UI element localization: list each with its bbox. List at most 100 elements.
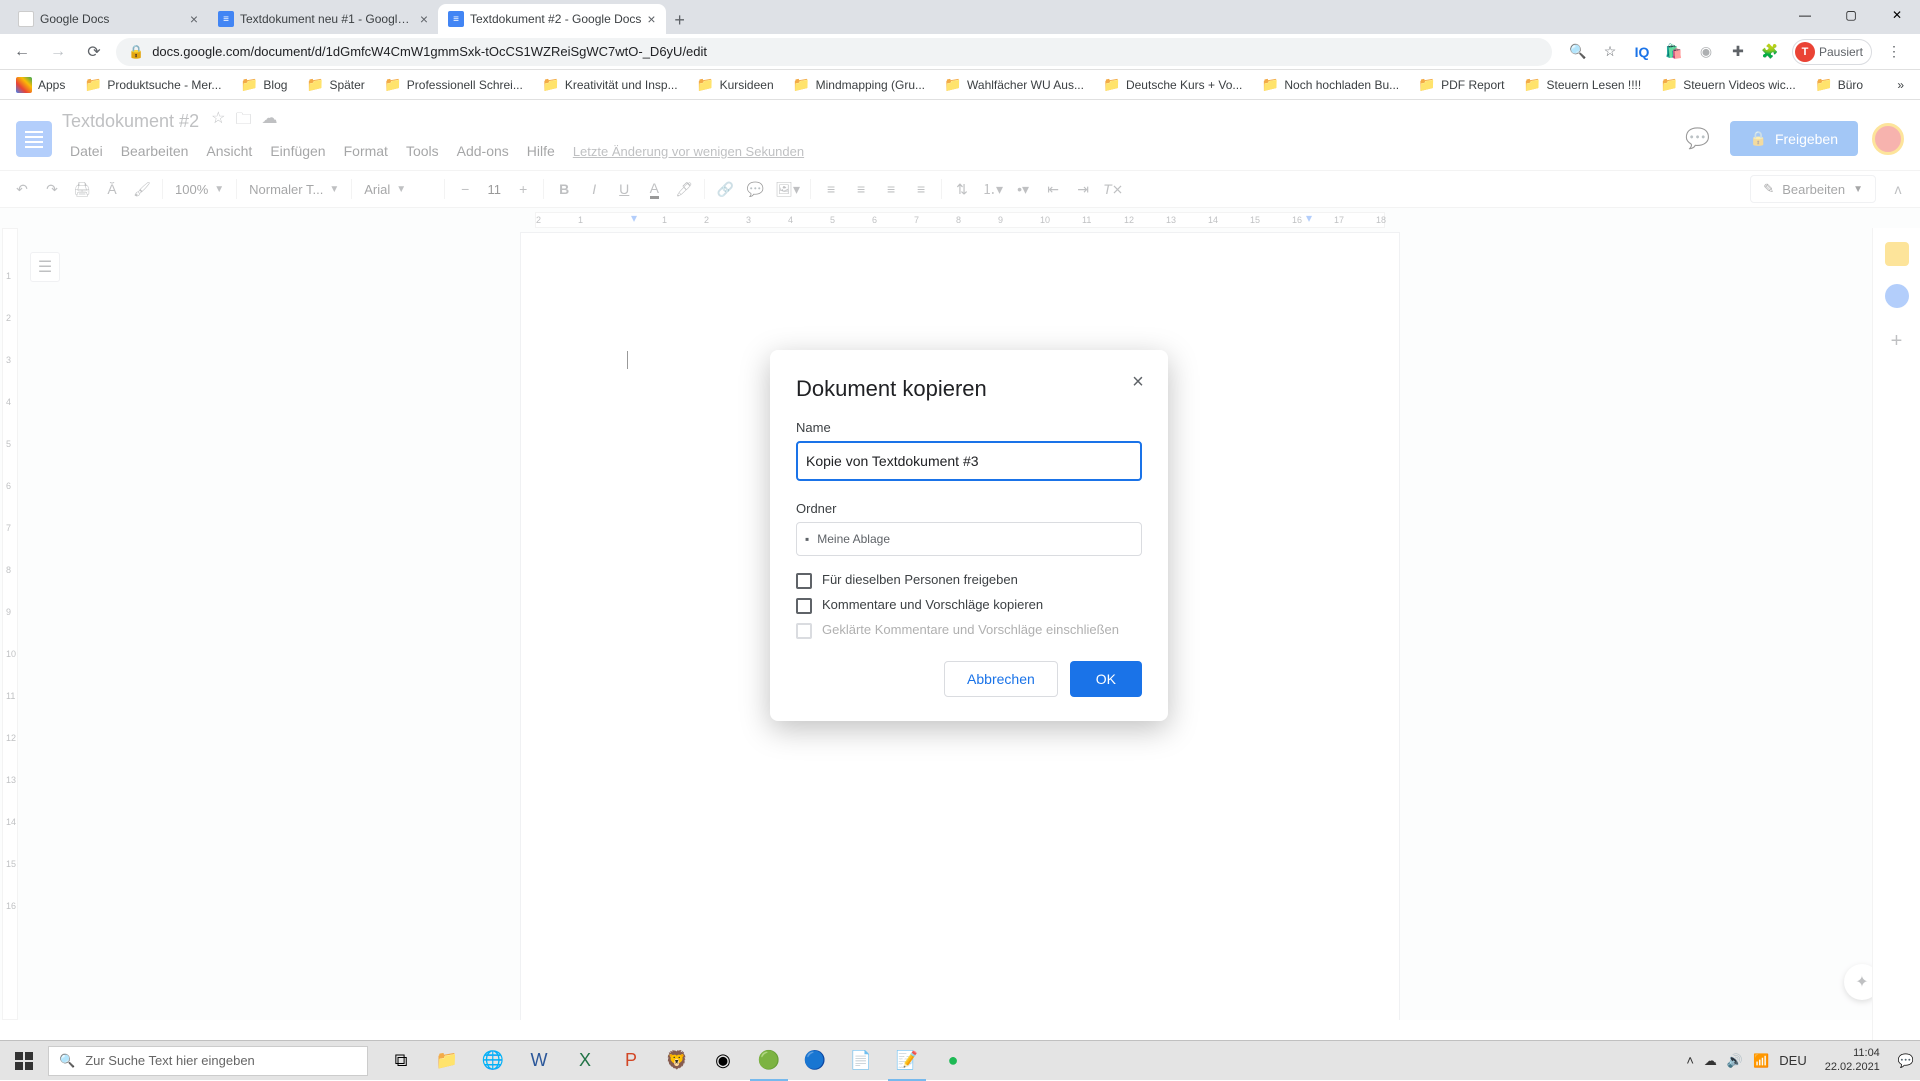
extension-icon[interactable]: 🛍️: [1664, 42, 1684, 62]
bookmark-item[interactable]: 📁Mindmapping (Gru...: [786, 73, 933, 97]
windows-logo-icon: [15, 1052, 33, 1070]
address-bar: ← → ⟳ 🔒 docs.google.com/document/d/1dGmf…: [0, 34, 1920, 70]
bookmark-item[interactable]: 📁Professionell Schrei...: [377, 73, 531, 97]
start-button[interactable]: [0, 1041, 48, 1081]
windows-taskbar: 🔍 Zur Suche Text hier eingeben ⧉ 📁 🌐 W X…: [0, 1040, 1920, 1080]
bookmark-item[interactable]: 📁PDF Report: [1411, 73, 1512, 97]
folder-icon: 📁: [1661, 77, 1677, 93]
taskbar-search[interactable]: 🔍 Zur Suche Text hier eingeben: [48, 1046, 368, 1076]
bookmark-item[interactable]: 📁Blog: [233, 73, 295, 97]
folder-icon: 📁: [1262, 77, 1278, 93]
browser-tab-strip: Google Docs × ≡ Textdokument neu #1 - Go…: [0, 0, 1920, 34]
avatar-icon: T: [1795, 42, 1815, 62]
copy-name-input[interactable]: [796, 441, 1142, 481]
taskbar-app[interactable]: 📄: [838, 1041, 884, 1081]
taskbar-app-notepad[interactable]: 📝: [884, 1041, 930, 1081]
checkbox-icon: [796, 598, 812, 614]
bookmark-star-icon[interactable]: ☆: [1600, 42, 1620, 62]
chrome-menu-icon[interactable]: ⋮: [1884, 42, 1904, 62]
dialog-title: Dokument kopieren: [796, 376, 1142, 402]
extension-icon[interactable]: IQ: [1632, 42, 1652, 62]
folder-icon: 📁: [1104, 77, 1120, 93]
minimize-button[interactable]: —: [1782, 0, 1828, 30]
tray-notifications-icon[interactable]: 💬: [1898, 1053, 1914, 1069]
apps-icon: [16, 77, 32, 93]
taskbar-app-obs[interactable]: ◉: [700, 1041, 746, 1081]
bookmark-overflow[interactable]: »: [1889, 74, 1912, 96]
folder-icon: 📁: [385, 77, 401, 93]
bookmark-item[interactable]: 📁Produktsuche - Mer...: [77, 73, 229, 97]
bookmark-bar: Apps 📁Produktsuche - Mer... 📁Blog 📁Späte…: [0, 70, 1920, 100]
bookmark-item[interactable]: 📁Deutsche Kurs + Vo...: [1096, 73, 1250, 97]
tray-network-icon[interactable]: 📶: [1753, 1053, 1769, 1069]
taskbar-app[interactable]: 🦁: [654, 1041, 700, 1081]
folder-icon: 📁: [1524, 77, 1540, 93]
taskbar-app-chrome[interactable]: 🟢: [746, 1041, 792, 1081]
taskbar-app-excel[interactable]: X: [562, 1041, 608, 1081]
taskbar-app-spotify[interactable]: ●: [930, 1041, 976, 1081]
folder-select[interactable]: ▪ Meine Ablage: [796, 522, 1142, 556]
favicon-icon: [18, 11, 34, 27]
extension-icon[interactable]: ✚: [1728, 42, 1748, 62]
cancel-button[interactable]: Abbrechen: [944, 661, 1058, 697]
profile-status: Pausiert: [1819, 45, 1863, 59]
extension-icon[interactable]: ◉: [1696, 42, 1716, 62]
taskbar-app-edge2[interactable]: 🔵: [792, 1041, 838, 1081]
ok-button[interactable]: OK: [1070, 661, 1142, 697]
window-controls: — ▢ ✕: [1782, 0, 1920, 30]
maximize-button[interactable]: ▢: [1828, 0, 1874, 30]
reload-button[interactable]: ⟳: [80, 38, 108, 66]
profile-button[interactable]: T Pausiert: [1792, 39, 1872, 65]
bookmark-item[interactable]: 📁Steuern Videos wic...: [1653, 73, 1804, 97]
tray-cloud-icon[interactable]: ☁: [1704, 1053, 1717, 1069]
tray-clock[interactable]: 11:04 22.02.2021: [1817, 1047, 1888, 1073]
checkbox-icon: [796, 623, 812, 639]
tray-language[interactable]: DEU: [1779, 1053, 1806, 1068]
back-button[interactable]: ←: [8, 38, 36, 66]
close-tab-icon[interactable]: ×: [647, 11, 655, 27]
share-same-people-checkbox[interactable]: Für dieselben Personen freigeben: [796, 572, 1142, 589]
forward-button[interactable]: →: [44, 38, 72, 66]
bookmark-item[interactable]: 📁Noch hochladen Bu...: [1254, 73, 1407, 97]
tab-title: Google Docs: [40, 12, 184, 26]
favicon-icon: ≡: [448, 11, 464, 27]
extensions-puzzle-icon[interactable]: 🧩: [1760, 42, 1780, 62]
bookmark-item[interactable]: 📁Steuern Lesen !!!!: [1516, 73, 1649, 97]
name-label: Name: [796, 420, 1142, 435]
taskbar-app-edge[interactable]: 🌐: [470, 1041, 516, 1081]
bookmark-item[interactable]: 📁Büro: [1808, 73, 1871, 97]
checkbox-icon: [796, 573, 812, 589]
folder-label: Ordner: [796, 501, 1142, 516]
close-window-button[interactable]: ✕: [1874, 0, 1920, 30]
tab-title: Textdokument neu #1 - Google D: [240, 12, 414, 26]
task-view-button[interactable]: ⧉: [378, 1041, 424, 1081]
bookmark-item[interactable]: 📁Kursideen: [690, 73, 782, 97]
copy-comments-checkbox[interactable]: Kommentare und Vorschläge kopieren: [796, 597, 1142, 614]
apps-bookmark[interactable]: Apps: [8, 73, 73, 97]
bookmark-item[interactable]: 📁Später: [299, 73, 372, 97]
folder-icon: 📁: [241, 77, 257, 93]
url-field[interactable]: 🔒 docs.google.com/document/d/1dGmfcW4CmW…: [116, 38, 1552, 66]
bookmark-item[interactable]: 📁Wahlfächer WU Aus...: [937, 73, 1092, 97]
folder-icon: 📁: [307, 77, 323, 93]
zoom-icon[interactable]: 🔍: [1568, 42, 1588, 62]
taskbar-app-explorer[interactable]: 📁: [424, 1041, 470, 1081]
bookmark-item[interactable]: 📁Kreativität und Insp...: [535, 73, 686, 97]
close-tab-icon[interactable]: ×: [420, 11, 428, 27]
browser-tab[interactable]: Google Docs ×: [8, 4, 208, 34]
lock-icon: 🔒: [128, 44, 144, 60]
dialog-close-button[interactable]: ×: [1126, 370, 1150, 394]
favicon-icon: ≡: [218, 11, 234, 27]
browser-tab[interactable]: ≡ Textdokument neu #1 - Google D ×: [208, 4, 438, 34]
tray-overflow-icon[interactable]: ˄: [1686, 1053, 1694, 1068]
taskbar-app-word[interactable]: W: [516, 1041, 562, 1081]
folder-icon: 📁: [85, 77, 101, 93]
taskbar-app-powerpoint[interactable]: P: [608, 1041, 654, 1081]
tray-volume-icon[interactable]: 🔊: [1727, 1053, 1743, 1069]
include-resolved-checkbox: Geklärte Kommentare und Vorschläge einsc…: [796, 622, 1142, 639]
browser-tab-active[interactable]: ≡ Textdokument #2 - Google Docs ×: [438, 4, 666, 34]
new-tab-button[interactable]: +: [666, 6, 694, 34]
close-tab-icon[interactable]: ×: [190, 11, 198, 27]
folder-icon: 📁: [543, 77, 559, 93]
url-text: docs.google.com/document/d/1dGmfcW4CmW1g…: [152, 44, 707, 59]
